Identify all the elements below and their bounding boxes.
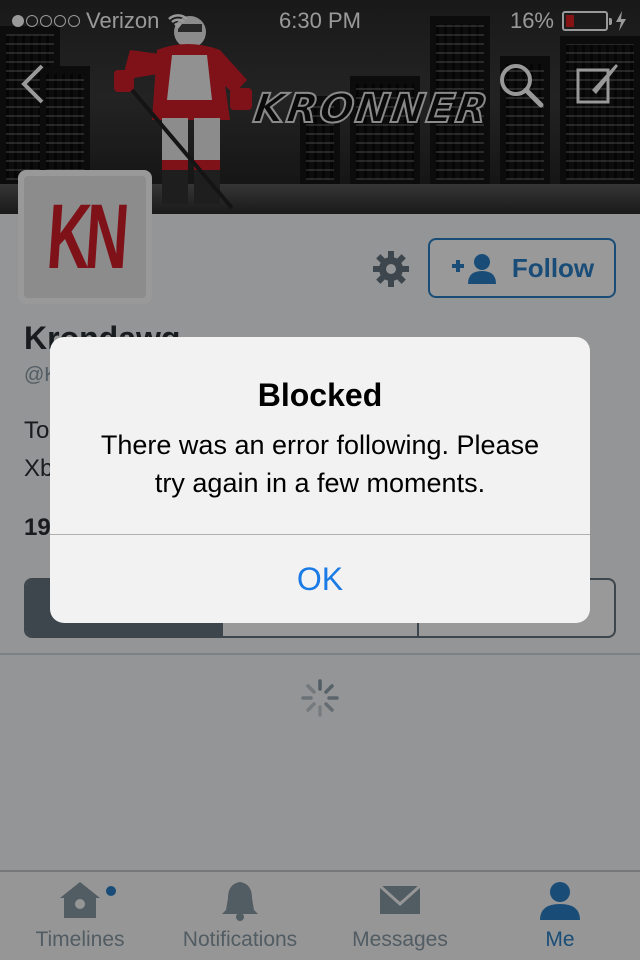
alert-message: There was an error following. Please try… (100, 430, 540, 498)
ok-button[interactable]: OK (50, 535, 590, 623)
alert-title: Blocked (257, 377, 383, 413)
blocked-alert-dialog: Blocked There was an error following. Pl… (50, 337, 590, 623)
